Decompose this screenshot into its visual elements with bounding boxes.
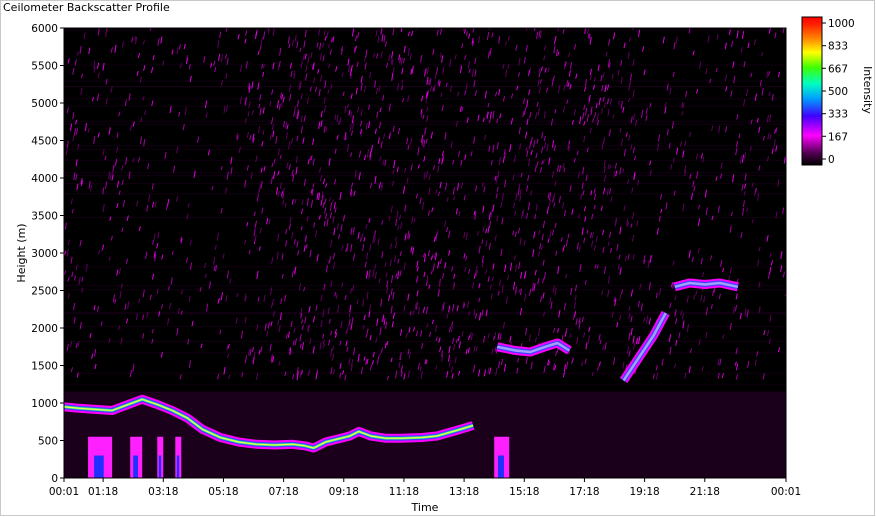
y-axis: 0 500 1000 1500 2000 2500 3000 3500 4000 4500 5000… — [31, 23, 64, 485]
colorbar-tick-label: 500 — [828, 86, 848, 98]
noise-band — [64, 159, 786, 161]
noise-band — [64, 313, 786, 315]
x-tick-label: 15:18 — [509, 486, 539, 498]
y-tick-label: 4500 — [31, 136, 58, 148]
noise-speck — [181, 28, 183, 29]
precip-core — [176, 455, 180, 478]
x-tick-label: 21:18 — [690, 486, 720, 498]
noise-band — [64, 29, 786, 31]
y-tick-label: 5500 — [31, 61, 58, 73]
y-tick-label: 4000 — [31, 173, 58, 185]
noise-band — [64, 217, 786, 219]
x-axis: 00:01 01:18 03:18 05:18 07:18 09:18 11:18 13:18… — [49, 478, 801, 498]
noise-band — [64, 340, 786, 342]
colorbar-ticks: 0 167 333 500 667 833 1000 — [822, 18, 855, 166]
noise-band — [64, 193, 786, 195]
colorbar-tick-label: 1000 — [828, 18, 855, 30]
precip-core — [158, 455, 162, 478]
noise-band — [64, 123, 786, 125]
noise-band — [64, 183, 786, 185]
precip-core — [94, 455, 104, 478]
colorbar-tick-label: 333 — [828, 109, 848, 121]
noise-band — [64, 86, 786, 88]
colorbar-tick-label: 833 — [828, 41, 848, 53]
noise-speck — [374, 28, 376, 29]
y-tick-label: 0 — [51, 473, 58, 485]
colorbar-tick-label: 167 — [828, 131, 848, 143]
noise-band — [64, 105, 786, 107]
backscatter-chart: 0500100015002000250030003500400045005000… — [15, 16, 874, 514]
x-tick-label: 00:01 — [49, 486, 79, 498]
noise-band — [64, 266, 786, 268]
noise-band — [64, 80, 786, 82]
noise-band — [64, 98, 786, 100]
x-tick-label: 09:18 — [329, 486, 359, 498]
x-tick-label: 17:18 — [569, 486, 599, 498]
y-tick-label: 2500 — [31, 286, 58, 298]
x-tick-label: 05:18 — [208, 486, 238, 498]
y-tick-label: 2000 — [31, 323, 58, 335]
precip-core — [133, 455, 139, 478]
x-tick-label: 00:01 — [771, 486, 801, 498]
y-tick-label: 1000 — [31, 398, 58, 410]
x-tick-label: 07:18 — [268, 486, 298, 498]
noise-band — [64, 391, 786, 393]
noise-band — [64, 64, 786, 66]
noise-band — [64, 145, 786, 147]
x-tick-label: 19:18 — [629, 486, 659, 498]
noise-speck — [332, 28, 335, 29]
noise-band — [64, 400, 786, 402]
noise-band — [64, 383, 786, 385]
noise-band — [64, 372, 786, 374]
noise-band — [64, 326, 786, 328]
y-tick-label: 500 — [38, 436, 58, 448]
y-tick-label: 5000 — [31, 98, 58, 110]
y-tick-label: 3000 — [31, 248, 58, 260]
y-tick-label: 6000 — [31, 23, 58, 35]
colorbar — [801, 16, 823, 166]
noise-band — [64, 312, 786, 314]
noise-band — [64, 427, 786, 429]
noise-band — [64, 352, 786, 354]
x-tick-label: 01:18 — [88, 486, 118, 498]
y-axis-label: Height (m) — [15, 223, 28, 282]
noise-speck — [355, 28, 357, 29]
precip-core — [497, 455, 504, 478]
colorbar-tick-label: 0 — [828, 154, 835, 166]
colorbar-tick-label: 667 — [828, 63, 848, 75]
x-tick-label: 11:18 — [389, 486, 419, 498]
y-tick-label: 3500 — [31, 211, 58, 223]
x-axis-label: Time — [411, 501, 439, 514]
y-tick-label: 1500 — [31, 361, 58, 373]
colorbar-label: Intensity — [861, 66, 874, 114]
noise-band — [64, 120, 786, 122]
x-tick-label: 03:18 — [148, 486, 178, 498]
x-tick-label: 13:18 — [449, 486, 479, 498]
